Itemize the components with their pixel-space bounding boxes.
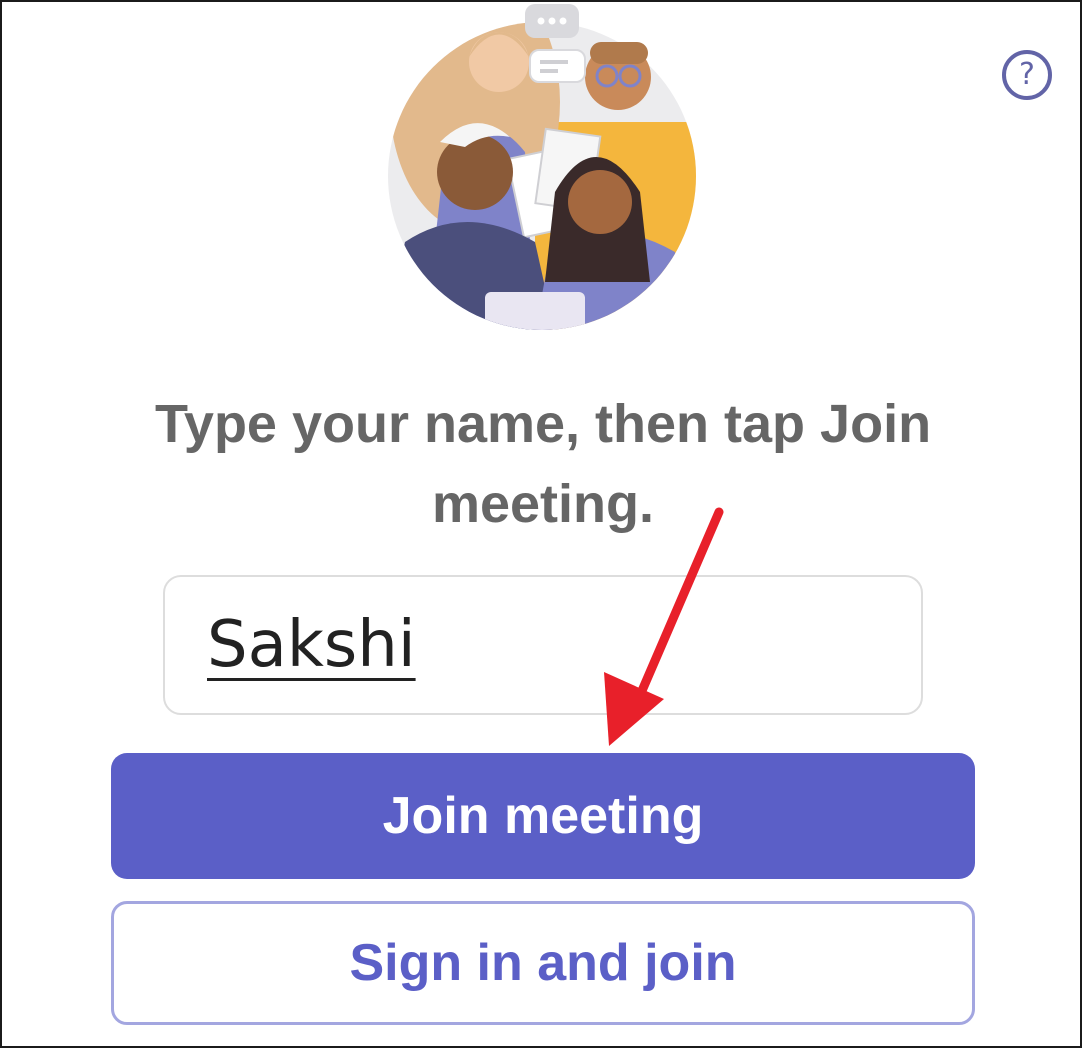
title-line-2: meeting. <box>431 474 655 534</box>
people-meeting-illustration <box>388 4 696 330</box>
title-line-1: Type your name, then tap Join <box>154 394 932 454</box>
sign-in-and-join-button[interactable]: Sign in and join <box>111 901 975 1025</box>
join-meeting-button[interactable]: Join meeting <box>111 753 975 879</box>
join-instructions-title: Type your name, then tap Join meeting. <box>2 384 1082 544</box>
help-button[interactable]: ? <box>1002 50 1052 100</box>
question-icon: ? <box>1019 57 1035 92</box>
name-input[interactable] <box>163 575 923 715</box>
